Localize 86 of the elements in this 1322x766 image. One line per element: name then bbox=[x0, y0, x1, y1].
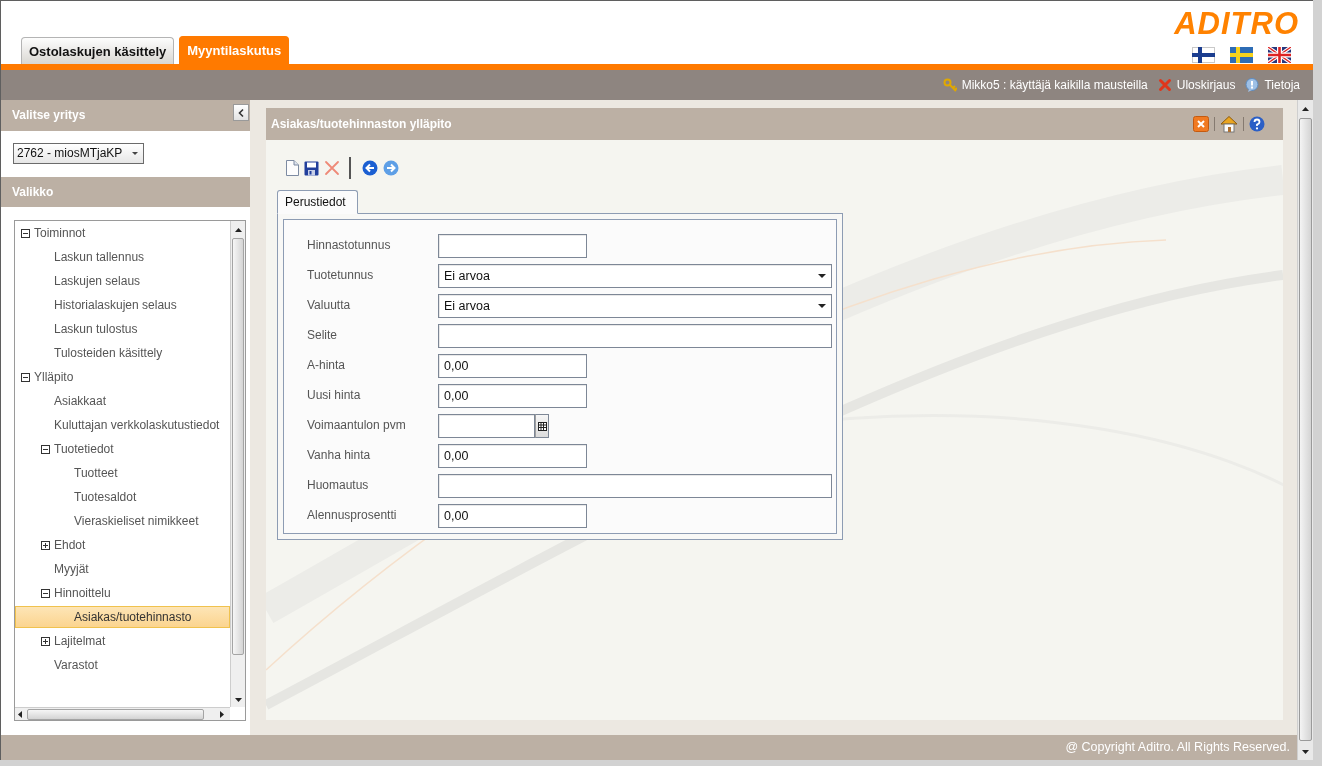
arrow-right-icon[interactable] bbox=[219, 709, 225, 719]
scrollbar-thumb[interactable] bbox=[232, 238, 244, 655]
arrow-down-icon[interactable] bbox=[233, 697, 243, 703]
caret-icon bbox=[818, 304, 826, 308]
section-title: Valitse yritys bbox=[11, 107, 86, 124]
tree-item[interactable]: Ehdot bbox=[15, 534, 230, 556]
app-tab[interactable]: Ostolaskujen käsittely bbox=[21, 37, 175, 64]
section-title: Valikko bbox=[11, 184, 54, 201]
uk-flag-icon[interactable] bbox=[1268, 47, 1291, 63]
tree-item[interactable]: Laskun tulostus bbox=[15, 318, 230, 340]
tree-item[interactable]: Ylläpito bbox=[15, 366, 230, 388]
arrow-up-icon[interactable] bbox=[1301, 106, 1310, 112]
field-label: Selite bbox=[307, 327, 338, 343]
text-field[interactable] bbox=[438, 324, 832, 348]
copyright-text: @ Copyright Aditro. All Rights Reserved. bbox=[1065, 740, 1290, 755]
info-icon bbox=[1245, 78, 1260, 92]
field-label: Uusi hinta bbox=[307, 387, 361, 403]
plus-box-icon[interactable] bbox=[41, 540, 50, 550]
scrollbar-thumb[interactable] bbox=[1299, 118, 1312, 741]
field-label: Hinnastotunnus bbox=[307, 237, 391, 253]
field-label: Valuutta bbox=[307, 297, 351, 313]
sweden-flag-icon[interactable] bbox=[1230, 47, 1253, 63]
info-link[interactable]: Tietoja bbox=[1245, 77, 1300, 93]
dropdown-field[interactable]: Ei arvoa bbox=[438, 294, 832, 318]
tree-item[interactable]: Vieraskieliset nimikkeet bbox=[15, 510, 230, 532]
field-label: A-hinta bbox=[307, 357, 346, 373]
minus-box-icon[interactable] bbox=[21, 228, 30, 238]
tree-item[interactable]: Myyjät bbox=[15, 558, 230, 580]
tree-item[interactable]: Varastot bbox=[15, 654, 230, 676]
tree-scrollbar[interactable] bbox=[230, 221, 245, 707]
home-icon[interactable] bbox=[1220, 115, 1238, 133]
save-icon[interactable] bbox=[304, 160, 319, 176]
text-field[interactable] bbox=[438, 234, 587, 258]
tree-item[interactable]: Asiakas/tuotehinnasto bbox=[15, 606, 230, 628]
tree-item[interactable]: Tuotteet bbox=[15, 462, 230, 484]
panel-title: Asiakas/tuotehinnaston ylläpito bbox=[271, 116, 452, 132]
arrow-down-icon[interactable] bbox=[1301, 749, 1310, 755]
tree-item[interactable]: Asiakkaat bbox=[15, 390, 230, 412]
field-label: Huomautus bbox=[307, 477, 369, 493]
arrow-up-icon[interactable] bbox=[233, 227, 243, 233]
logout-link[interactable]: Uloskirjaus bbox=[1157, 77, 1236, 93]
tree-item[interactable]: Laskun tallennus bbox=[15, 246, 230, 268]
tree-item[interactable]: Hinnoittelu bbox=[15, 582, 230, 604]
tree-item[interactable]: Laskujen selaus bbox=[15, 270, 230, 292]
form-tab[interactable]: Perustiedot bbox=[277, 190, 358, 214]
field-label: Vanha hinta bbox=[307, 447, 371, 463]
cross-icon bbox=[1157, 78, 1172, 92]
scrollbar-thumb[interactable] bbox=[27, 708, 204, 720]
minus-box-icon[interactable] bbox=[41, 444, 50, 454]
tree-item[interactable]: Lajitelmat bbox=[15, 630, 230, 652]
tree-item[interactable]: Historialaskujen selaus bbox=[15, 294, 230, 316]
close-icon[interactable] bbox=[1193, 116, 1209, 132]
chevron-left-icon bbox=[237, 107, 245, 118]
tree-item[interactable]: Kuluttajan verkkolaskutustiedot bbox=[15, 414, 230, 436]
user-name: Mikko5 : käyttäjä kaikilla mausteilla bbox=[961, 77, 1148, 93]
tree-item[interactable]: Tulosteiden käsittely bbox=[15, 342, 230, 364]
text-field[interactable]: 0,00 bbox=[438, 504, 587, 528]
text-field[interactable]: 0,00 bbox=[438, 384, 587, 408]
plus-box-icon[interactable] bbox=[41, 636, 50, 646]
caret-icon bbox=[132, 152, 138, 155]
tree-item[interactable]: Tuotesaldot bbox=[15, 486, 230, 508]
caret-icon bbox=[818, 274, 826, 278]
finland-flag-icon[interactable] bbox=[1192, 47, 1215, 63]
dropdown-field[interactable]: Ei arvoa bbox=[438, 264, 832, 288]
tree-item[interactable]: Toiminnot bbox=[15, 222, 230, 244]
collapse-button[interactable] bbox=[233, 104, 249, 121]
document-icon[interactable] bbox=[286, 160, 299, 176]
grid-icon bbox=[537, 421, 547, 431]
company-select[interactable]: 2762 - miosMTjaKP bbox=[13, 143, 144, 164]
field-label: Alennusprosentti bbox=[307, 507, 397, 523]
arrow-left-icon[interactable] bbox=[17, 709, 23, 719]
field-label: Tuotetunnus bbox=[307, 267, 374, 283]
date-field[interactable] bbox=[438, 414, 535, 438]
text-field[interactable]: 0,00 bbox=[438, 354, 587, 378]
text-field[interactable]: 0,00 bbox=[438, 444, 587, 468]
page-scrollbar[interactable] bbox=[1297, 100, 1313, 760]
date-picker-button[interactable] bbox=[535, 414, 549, 438]
help-icon[interactable] bbox=[1249, 116, 1265, 132]
tree-scrollbar[interactable] bbox=[15, 707, 230, 720]
minus-box-icon[interactable] bbox=[41, 588, 50, 598]
tree-item[interactable]: Tuotetiedot bbox=[15, 438, 230, 460]
logo: ADITRO bbox=[1174, 9, 1299, 39]
minus-box-icon[interactable] bbox=[21, 372, 30, 382]
key-icon bbox=[942, 78, 957, 92]
field-label: Voimaantulon pvm bbox=[307, 417, 406, 433]
text-field[interactable] bbox=[438, 474, 832, 498]
